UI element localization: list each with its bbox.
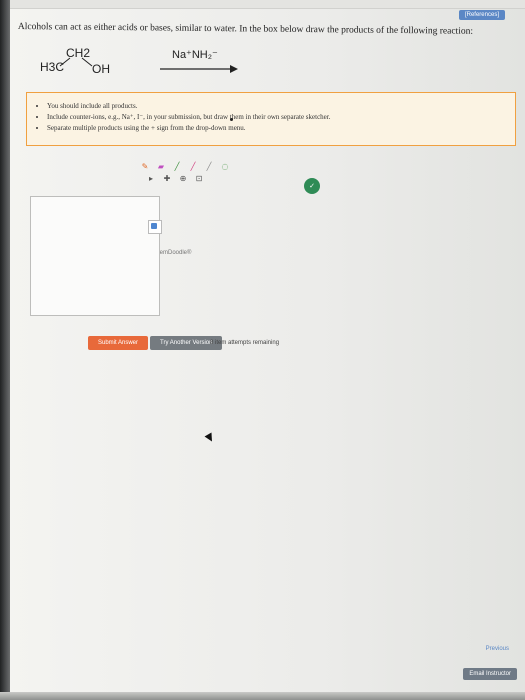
reactant-ch2: CH2 [66, 46, 91, 60]
sketcher-toolbar-middle: ▸ ✚ ⊕ ⊡ [146, 172, 376, 184]
monitor-bezel-left [0, 0, 10, 700]
sketcher-toolbar-top: ✎ ▰ ╱ ╱ ╱ ◌ [140, 160, 370, 172]
pencil-icon[interactable]: ╱ [188, 161, 198, 171]
pencil-icon[interactable]: ╱ [172, 161, 182, 171]
attempts-remaining: 8 item attempts remaining [210, 340, 280, 346]
reaction-arrow-icon [160, 65, 238, 73]
lasso-icon[interactable]: ✚ [162, 173, 172, 183]
help-icon [151, 223, 157, 229]
canvas-dot [230, 118, 233, 121]
references-button[interactable]: [References] [458, 10, 505, 20]
email-instructor-button[interactable]: Email Instructor [463, 668, 517, 680]
text-icon[interactable]: ▸ [146, 173, 156, 183]
mouse-cursor-icon [204, 432, 216, 444]
reaction-scheme: H3C CH2 OH Na⁺NH₂⁻ [40, 42, 490, 90]
pencil-icon[interactable]: ✎ [140, 161, 150, 171]
submit-answer-button[interactable]: Submit Answer [88, 336, 149, 350]
instructions-box: You should include all products. Include… [26, 92, 516, 146]
monitor-bezel-bottom [0, 692, 525, 700]
pencil-icon[interactable]: ╱ [204, 161, 214, 171]
check-icon[interactable]: ✓ [304, 178, 320, 194]
screen: [References] Alcohols can act as either … [0, 0, 525, 700]
instruction-item: Include counter-ions, e.g., Na⁺, I⁻, in … [47, 112, 507, 123]
ring-icon[interactable]: ◌ [220, 161, 230, 171]
instruction-item: You should include all products. [47, 101, 507, 112]
fit-icon[interactable]: ⊡ [194, 173, 204, 183]
reactant-oh: OH [92, 62, 110, 76]
reactant-h3c: H3C [40, 60, 65, 74]
browser-top-bar [10, 0, 525, 9]
reagent-label: Na⁺NH₂⁻ [172, 49, 218, 61]
zoom-icon[interactable]: ⊕ [178, 173, 188, 183]
instruction-item: Separate multiple products using the + s… [47, 123, 507, 134]
sketcher-canvas[interactable] [30, 196, 160, 316]
question-text: Alcohols can act as either acids or base… [17, 22, 474, 37]
eraser-icon[interactable]: ▰ [156, 161, 166, 171]
previous-link[interactable]: Previous [486, 646, 509, 652]
